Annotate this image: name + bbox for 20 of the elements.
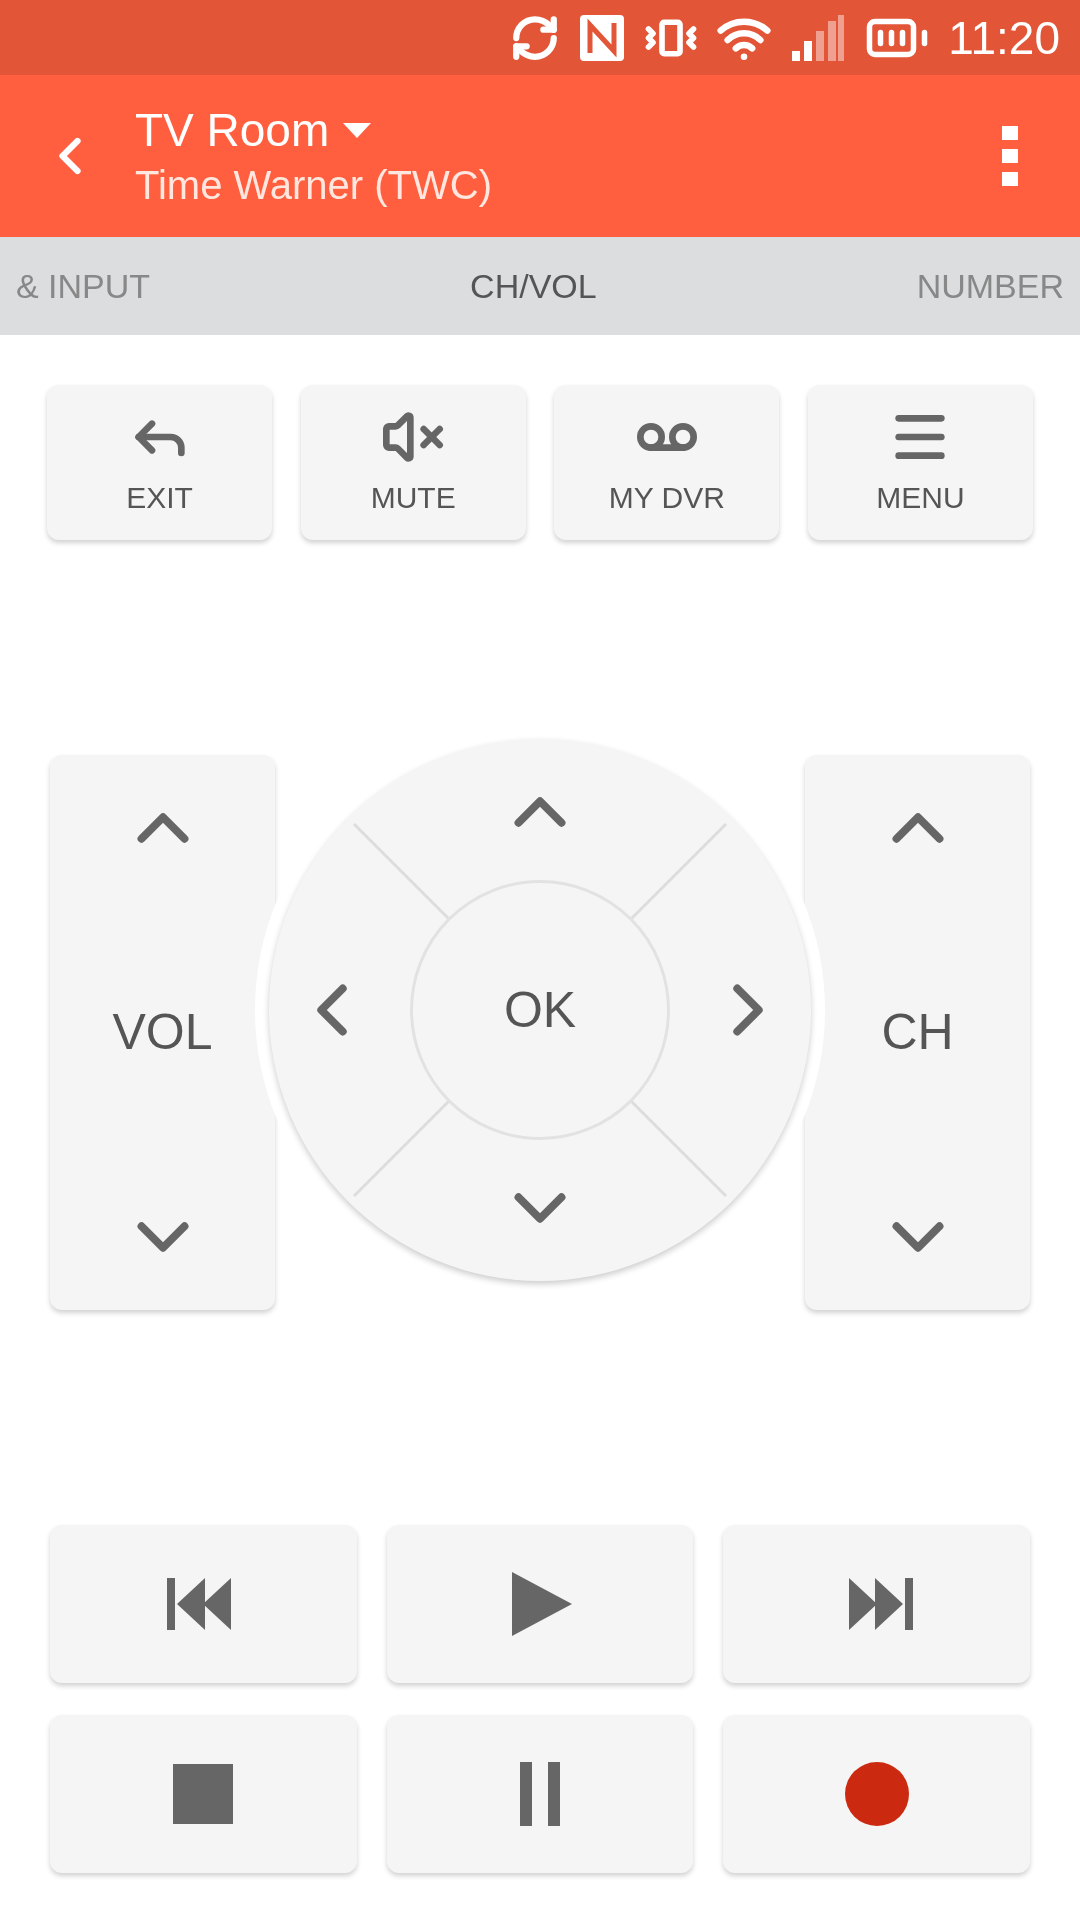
provider-subtitle: Time Warner (TWC) bbox=[135, 161, 492, 209]
playback-button[interactable] bbox=[723, 1525, 1030, 1683]
remote-button[interactable]: MY DVR bbox=[554, 385, 780, 540]
playback-button[interactable] bbox=[50, 1715, 357, 1873]
volume-rocker[interactable]: VOL bbox=[50, 755, 275, 1310]
nfc-icon bbox=[578, 12, 627, 63]
playback-button[interactable] bbox=[386, 1525, 694, 1683]
status-time: 11:20 bbox=[948, 14, 1060, 61]
remote-button[interactable]: EXIT bbox=[47, 385, 272, 540]
channel-rocker[interactable]: CH bbox=[805, 755, 1030, 1310]
remote-button[interactable]: MENU bbox=[807, 385, 1033, 540]
caret-icon bbox=[343, 123, 372, 139]
tab[interactable]: CH/VOL bbox=[454, 260, 613, 312]
remote-button[interactable]: MUTE bbox=[300, 385, 526, 540]
playback-button[interactable] bbox=[386, 1715, 694, 1873]
more-icon bbox=[1002, 126, 1018, 186]
ok-button[interactable]: OK bbox=[410, 880, 670, 1140]
playback-button[interactable] bbox=[723, 1715, 1030, 1873]
playback-button[interactable] bbox=[50, 1525, 357, 1683]
signal-icon bbox=[790, 12, 847, 63]
